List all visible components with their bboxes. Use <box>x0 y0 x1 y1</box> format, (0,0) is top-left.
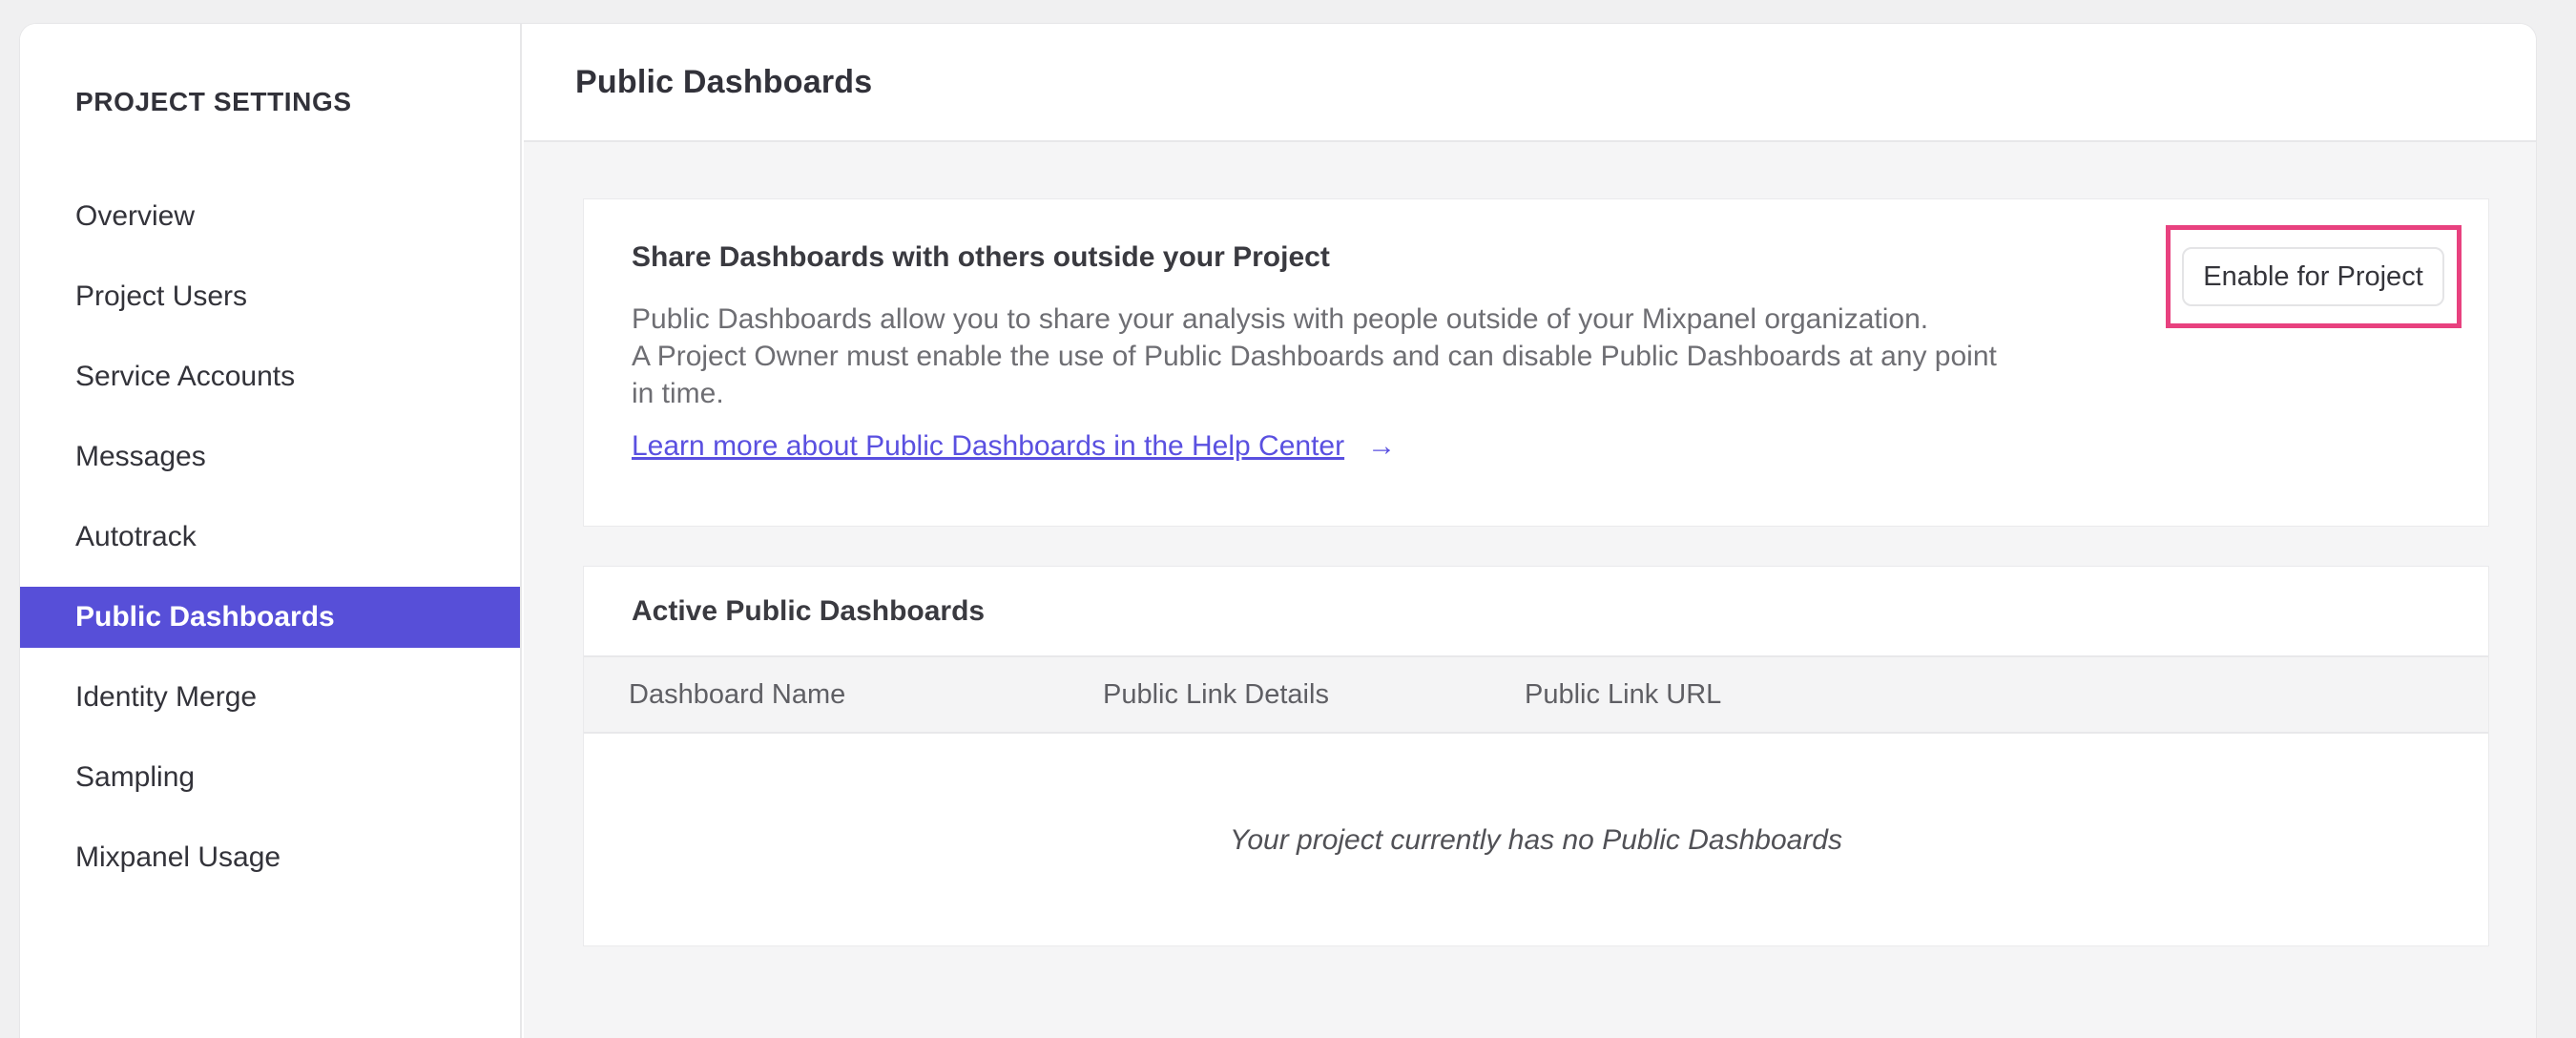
share-card-description: Public Dashboards allow you to share you… <box>632 301 1997 412</box>
sidebar-item-project-users[interactable]: Project Users <box>20 266 520 327</box>
sidebar-title: PROJECT SETTINGS <box>75 87 352 116</box>
column-header-dashboard-name: Dashboard Name <box>629 678 846 710</box>
empty-state-message: Your project currently has no Public Das… <box>1229 824 1842 856</box>
share-dashboards-card: Share Dashboards with others outside you… <box>583 198 2489 527</box>
sidebar-item-sampling[interactable]: Sampling <box>20 747 520 808</box>
dashboards-table-header: Dashboard Name Public Link Details Publi… <box>584 655 2488 734</box>
sidebar-item-service-accounts[interactable]: Service Accounts <box>20 346 520 407</box>
sidebar-item-mixpanel-usage[interactable]: Mixpanel Usage <box>20 827 520 888</box>
column-header-public-link-url: Public Link URL <box>1525 678 1722 710</box>
app-panel: Public Dashboards PROJECT SETTINGS Overv… <box>19 23 2537 1038</box>
sidebar-nav-list: Overview Project Users Service Accounts … <box>20 186 520 907</box>
help-center-link-row: Learn more about Public Dashboards in th… <box>632 430 1396 463</box>
sidebar-item-messages[interactable]: Messages <box>20 426 520 488</box>
active-dashboards-card: Active Public Dashboards Dashboard Name … <box>583 566 2489 946</box>
page-title: Public Dashboards <box>575 63 873 100</box>
enable-for-project-button[interactable]: Enable for Project <box>2182 247 2444 306</box>
content-area: Share Dashboards with others outside you… <box>524 140 2536 1038</box>
active-card-heading: Active Public Dashboards <box>632 594 986 627</box>
arrow-right-icon: → <box>1367 430 1397 462</box>
settings-sidebar: PROJECT SETTINGS Overview Project Users … <box>20 24 522 1038</box>
share-card-description-line: in time. <box>632 378 724 409</box>
project-settings-screen: Public Dashboards PROJECT SETTINGS Overv… <box>0 0 2576 1038</box>
column-header-public-link-details: Public Link Details <box>1103 678 1329 710</box>
sidebar-item-public-dashboards[interactable]: Public Dashboards <box>20 587 520 648</box>
share-card-description-line: Public Dashboards allow you to share you… <box>632 303 1929 335</box>
sidebar-item-overview[interactable]: Overview <box>20 186 520 247</box>
sidebar-item-autotrack[interactable]: Autotrack <box>20 507 520 568</box>
share-card-description-line: A Project Owner must enable the use of P… <box>632 341 1997 372</box>
help-center-link[interactable]: Learn more about Public Dashboards in th… <box>632 430 1344 463</box>
sidebar-item-identity-merge[interactable]: Identity Merge <box>20 667 520 728</box>
share-card-heading: Share Dashboards with others outside you… <box>632 241 1330 273</box>
